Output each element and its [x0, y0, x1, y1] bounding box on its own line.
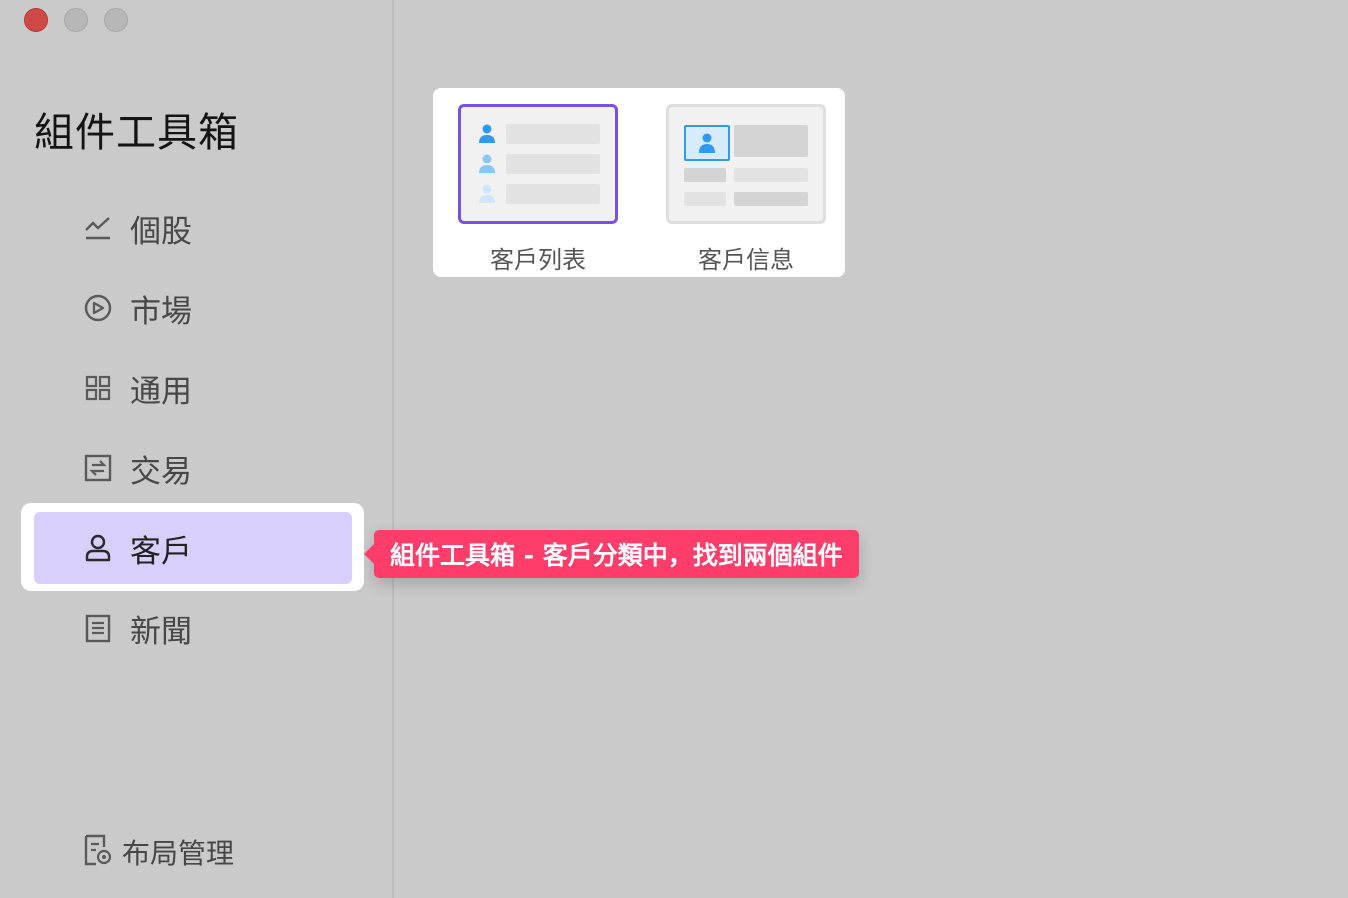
user-icon [82, 532, 114, 564]
grid-icon [82, 372, 114, 404]
sidebar-item-customer[interactable]: 客戶 [34, 512, 352, 584]
exchange-icon [82, 452, 114, 484]
person-icon [479, 124, 495, 143]
widget-customer-info[interactable]: 客戶信息 [666, 104, 826, 275]
sidebar-item-general[interactable]: 通用 [34, 352, 352, 424]
sidebar-item-label: 客戶 [130, 533, 192, 570]
widget-panel: 客戶列表 客戶信息 [433, 88, 845, 277]
news-icon [82, 612, 114, 644]
sidebar-item-market[interactable]: 市場 [34, 272, 352, 344]
minimize-window-button[interactable] [64, 8, 88, 32]
customer-list-thumbnail [458, 104, 618, 224]
line-chart-icon [82, 212, 114, 244]
sidebar-item-label: 市場 [130, 293, 192, 330]
sidebar-item-label: 個股 [130, 213, 192, 250]
widget-name: 客戶信息 [698, 246, 794, 274]
layout-settings-icon [82, 833, 114, 871]
layout-management-label: 布局管理 [122, 837, 235, 870]
layout-management-link[interactable]: 布局管理 [82, 832, 234, 872]
sidebar: 組件工具箱 個股 市場 通用 交易 客戶 新聞 布局管理 [0, 0, 394, 898]
sidebar-item-label: 新聞 [130, 613, 192, 650]
zoom-window-button[interactable] [104, 8, 128, 32]
app-title: 組件工具箱 [34, 110, 239, 156]
sidebar-item-label: 交易 [130, 453, 192, 490]
sidebar-item-stock[interactable]: 個股 [34, 192, 352, 264]
person-icon [479, 154, 495, 173]
widget-name: 客戶列表 [490, 246, 586, 274]
person-icon [479, 184, 495, 203]
window-controls [24, 8, 128, 32]
sidebar-item-label: 通用 [130, 373, 192, 410]
tooltip-callout: 組件工具箱 - 客戶分類中，找到兩個組件 [364, 530, 859, 578]
compass-icon [82, 292, 114, 324]
callout-text: 組件工具箱 - 客戶分類中，找到兩個組件 [390, 541, 843, 570]
profile-card-icon [684, 125, 730, 161]
sidebar-item-trade[interactable]: 交易 [34, 432, 352, 504]
customer-info-thumbnail [666, 104, 826, 224]
close-window-button[interactable] [24, 8, 48, 32]
sidebar-item-news[interactable]: 新聞 [34, 592, 352, 664]
widget-customer-list[interactable]: 客戶列表 [458, 104, 618, 275]
